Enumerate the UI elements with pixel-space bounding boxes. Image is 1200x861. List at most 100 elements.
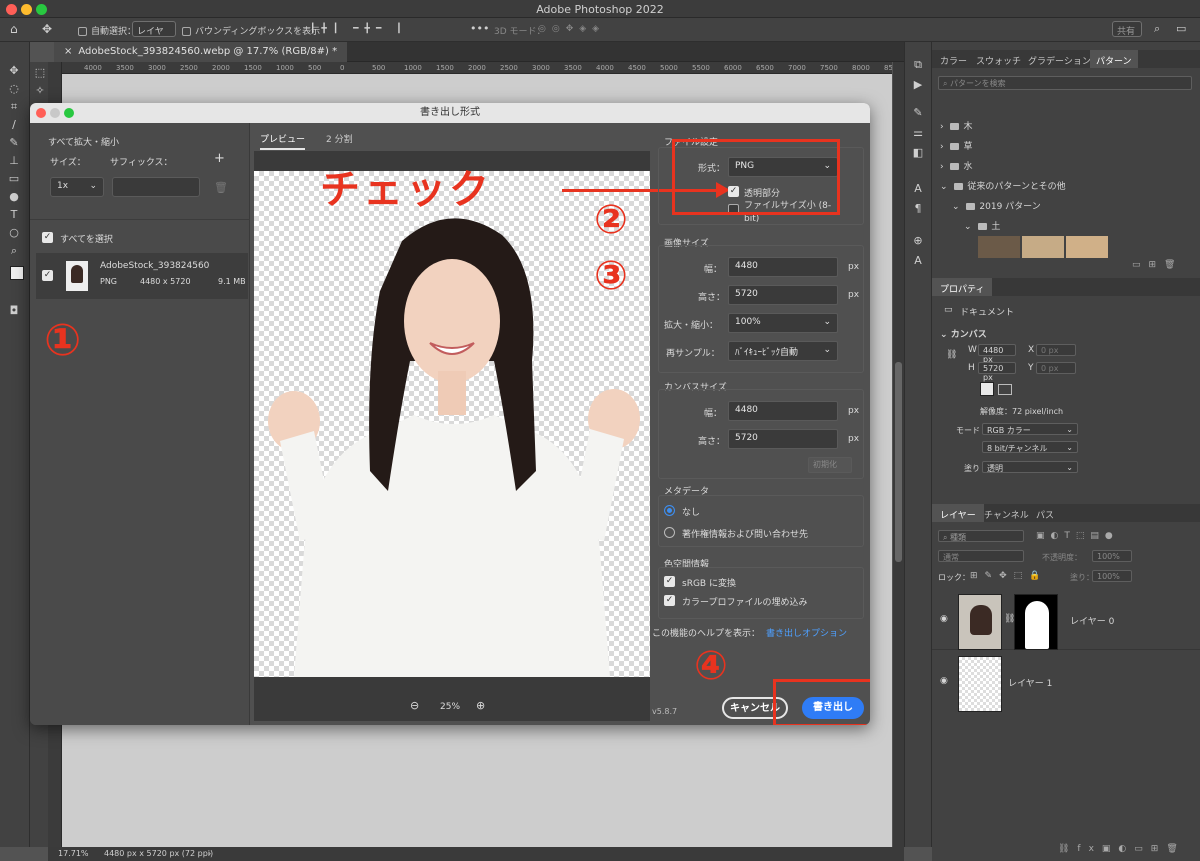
asset-checkbox[interactable]: ✓ xyxy=(42,270,53,281)
zoom-dialog-button[interactable] xyxy=(64,108,74,118)
canvas-height-field[interactable]: 5720 px xyxy=(978,362,1016,382)
landscape-orientation-icon[interactable] xyxy=(998,384,1012,395)
magic-wand-icon[interactable]: ✧ xyxy=(32,84,48,98)
history-icon[interactable]: ⧉ xyxy=(910,58,926,72)
pattern-swatch[interactable] xyxy=(1066,236,1108,258)
character-styles-icon[interactable]: A xyxy=(910,254,926,268)
asset-row[interactable]: ✓ AdobeStock_393824560 PNG 4480 x 5720 9… xyxy=(36,253,248,299)
zoom-in-icon[interactable]: ⊕ xyxy=(476,699,485,712)
move-tool-icon[interactable]: ✥ xyxy=(42,22,52,36)
layers-footer-icons[interactable]: ⛓fx▣◐▭⊞🗑 xyxy=(1058,844,1186,854)
tab-properties[interactable]: プロパティ xyxy=(932,278,993,296)
metadata-none-radio[interactable] xyxy=(664,505,675,516)
tab-swatches[interactable]: スウォッチ xyxy=(976,54,1021,67)
bounding-box-checkbox[interactable] xyxy=(182,27,191,36)
scale-dropdown[interactable]: 100% ⌄ xyxy=(728,313,838,333)
tab-preview[interactable]: プレビュー xyxy=(260,132,306,150)
transparent-preview-canvas[interactable] xyxy=(254,171,650,677)
layer-row[interactable]: ◉ レイヤー 1 xyxy=(932,652,1200,712)
fill-dropdown[interactable]: 透明 ⌄ xyxy=(982,461,1078,473)
visibility-eye-icon[interactable]: ◉ xyxy=(940,614,948,624)
vertical-scrollbar[interactable] xyxy=(893,62,904,847)
preview-zoom-value[interactable]: 25% xyxy=(440,702,460,712)
reset-button[interactable]: 初期化 xyxy=(808,457,852,473)
bit-depth-dropdown[interactable]: 8 bit/チャンネル ⌄ xyxy=(982,441,1078,453)
layer-kind-filter[interactable]: ⌕ 種類 xyxy=(938,530,1024,542)
tab-paths[interactable]: パス xyxy=(1036,508,1054,521)
layer-mask-thumbnail[interactable] xyxy=(1014,594,1058,650)
pattern-group-soil[interactable]: ⌄ 土 xyxy=(964,219,1000,232)
lock-icons[interactable]: ⊞✎✥⬚🔒 xyxy=(970,571,1047,581)
embed-profile-checkbox[interactable]: ✓ xyxy=(664,595,675,606)
portrait-orientation-icon[interactable] xyxy=(980,382,994,396)
tab-2-up[interactable]: 2 分割 xyxy=(326,132,353,145)
brush-tool-icon[interactable]: ✎ xyxy=(6,136,22,150)
pattern-swatch[interactable] xyxy=(1022,236,1064,258)
home-icon[interactable]: ⌂ xyxy=(10,22,18,36)
character-icon[interactable]: A xyxy=(910,182,926,196)
select-all-checkbox[interactable]: ✓ xyxy=(42,232,53,243)
canvas-x-field[interactable]: 0 px xyxy=(1036,344,1076,356)
foreground-color-swatch[interactable] xyxy=(10,266,24,280)
actions-icon[interactable]: ▶ xyxy=(910,78,926,92)
size-dropdown[interactable]: 1x ⌄ xyxy=(50,177,104,197)
layer-fill-field[interactable]: 100% xyxy=(1092,570,1132,582)
trash-icon[interactable]: 🗑 xyxy=(214,181,228,194)
lasso-tool-icon[interactable]: ◌ xyxy=(6,82,22,96)
zoom-out-icon[interactable]: ⊖ xyxy=(410,699,419,712)
color-mode-dropdown[interactable]: RGB カラー ⌄ xyxy=(982,423,1078,435)
quick-mask-icon[interactable]: ◘ xyxy=(6,304,22,318)
eyedropper-tool-icon[interactable]: ∕ xyxy=(6,118,22,132)
blend-mode-dropdown[interactable]: 通常 xyxy=(938,550,1024,562)
image-width-input[interactable]: 4480 xyxy=(728,257,838,277)
move-tool-icon[interactable]: ✥ xyxy=(6,64,22,78)
tab-gradients[interactable]: グラデーション xyxy=(1028,54,1091,67)
shape-tool-icon[interactable]: ○ xyxy=(6,226,22,240)
layer-row[interactable]: ◉ ⛓ レイヤー 0 xyxy=(932,590,1200,650)
pattern-search-input[interactable]: ⌕ パターンを検索 xyxy=(938,76,1192,90)
pattern-group-wood[interactable]: › 木 xyxy=(940,119,972,132)
add-scale-icon[interactable]: + xyxy=(214,151,225,166)
align-icons[interactable]: ┃╋┃ ━╋━ ┃ xyxy=(310,24,408,34)
eraser-tool-icon[interactable]: ▭ xyxy=(6,172,22,186)
srgb-checkbox[interactable]: ✓ xyxy=(664,576,675,587)
zoom-tool-icon[interactable]: ⌕ xyxy=(6,244,22,258)
opacity-field[interactable]: 100% xyxy=(1092,550,1132,562)
share-button[interactable]: 共有 xyxy=(1112,21,1142,37)
zoom-readout[interactable]: 17.71% xyxy=(58,849,89,858)
stamp-tool-icon[interactable]: ⊥ xyxy=(6,154,22,168)
glyphs-icon[interactable]: ⊕ xyxy=(910,234,926,248)
brush-settings-icon[interactable]: ✎ xyxy=(910,106,926,120)
visibility-eye-icon[interactable]: ◉ xyxy=(940,676,948,686)
search-icon[interactable]: ⌕ xyxy=(1154,22,1160,36)
scrollbar-thumb[interactable] xyxy=(895,362,902,562)
auto-select-dropdown[interactable]: レイヤー xyxy=(132,21,176,50)
canvas-height-input[interactable]: 5720 xyxy=(728,429,838,449)
layer-filter-icons[interactable]: ▣◐T⬚▤● xyxy=(1036,531,1119,541)
document-tab[interactable]: × AdobeStock_393824560.webp @ 17.7% (RGB/… xyxy=(54,42,348,62)
canvas-width-input[interactable]: 4480 xyxy=(728,401,838,421)
dodge-tool-icon[interactable]: ● xyxy=(6,190,22,204)
resample-dropdown[interactable]: ﾊﾞｲｷｭｰﾋﾞｯｸ自動 ⌄ xyxy=(728,341,838,361)
more-icon[interactable]: ••• xyxy=(470,22,489,35)
pattern-group-water[interactable]: › 水 xyxy=(940,159,972,172)
crop-tool-icon[interactable]: ⌗ xyxy=(6,100,22,114)
canvas-section-header[interactable]: ⌄ カンバス xyxy=(940,327,987,340)
link-icon[interactable]: ⛓ xyxy=(946,350,957,360)
tab-layers[interactable]: レイヤー xyxy=(932,504,984,522)
tab-patterns[interactable]: パターン xyxy=(1090,50,1138,68)
pattern-group-2019[interactable]: ⌄ 2019 パターン xyxy=(952,199,1041,212)
auto-select-checkbox[interactable] xyxy=(78,27,87,36)
marquee-tool-icon[interactable]: ⬚ xyxy=(32,66,48,80)
3d-icons[interactable]: ◎◎✥◈◈ xyxy=(538,24,605,34)
metadata-copyright-radio[interactable] xyxy=(664,527,675,538)
pattern-panel-footer-icons[interactable]: ▭⊞🗑 xyxy=(1132,260,1183,270)
help-link[interactable]: 書き出しオプション xyxy=(766,626,847,639)
type-tool-icon[interactable]: T xyxy=(6,208,22,222)
tab-channels[interactable]: チャンネル xyxy=(984,508,1029,521)
close-dialog-button[interactable] xyxy=(36,108,46,118)
status-arrow-icon[interactable]: › xyxy=(208,849,211,858)
suffix-input[interactable] xyxy=(112,177,200,197)
tool-presets-icon[interactable]: ◧ xyxy=(910,146,926,160)
image-height-input[interactable]: 5720 xyxy=(728,285,838,305)
